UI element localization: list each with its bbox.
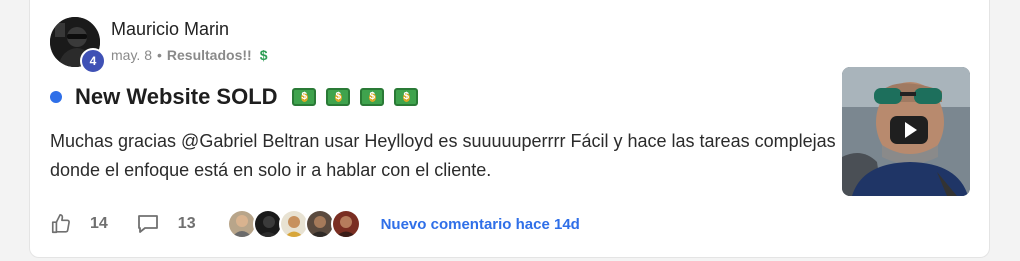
comment-icon (137, 215, 158, 233)
money-bill-icon (393, 88, 418, 106)
dollar-icon: $ (259, 47, 268, 63)
avatar[interactable] (330, 209, 361, 239)
video-thumbnail[interactable] (842, 67, 970, 196)
post-meta: may. 8 • Resultados!! $ (111, 47, 267, 63)
meta-separator: • (156, 47, 162, 63)
like-button[interactable]: 14 (50, 213, 108, 235)
post-footer: 14 13 Nuevo comentario hace 14d (50, 208, 580, 240)
thumbs-up-icon (51, 214, 70, 234)
comment-button[interactable]: 13 (136, 213, 196, 235)
money-bill-icon (359, 88, 384, 106)
author-name[interactable]: Mauricio Marin (111, 19, 229, 40)
post-category[interactable]: Resultados!! (167, 47, 252, 63)
commenter-avatars[interactable] (226, 209, 361, 239)
money-bill-icon (291, 88, 316, 106)
play-icon[interactable] (890, 116, 928, 144)
post-date[interactable]: may. 8 (111, 47, 152, 63)
unread-dot (50, 91, 62, 103)
like-count: 14 (90, 215, 108, 232)
comment-count: 13 (177, 215, 196, 232)
level-badge: 4 (80, 48, 106, 74)
new-comment-link[interactable]: Nuevo comentario hace 14d (381, 216, 580, 233)
post-title[interactable]: New Website SOLD (75, 84, 278, 110)
money-bill-icon (325, 88, 350, 106)
post-card[interactable]: 4 Mauricio Marin may. 8 • Resultados!! $… (29, 0, 990, 258)
post-body: Muchas gracias @Gabriel Beltran usar Hey… (50, 131, 836, 180)
post-title-row[interactable]: New Website SOLD (50, 84, 418, 110)
